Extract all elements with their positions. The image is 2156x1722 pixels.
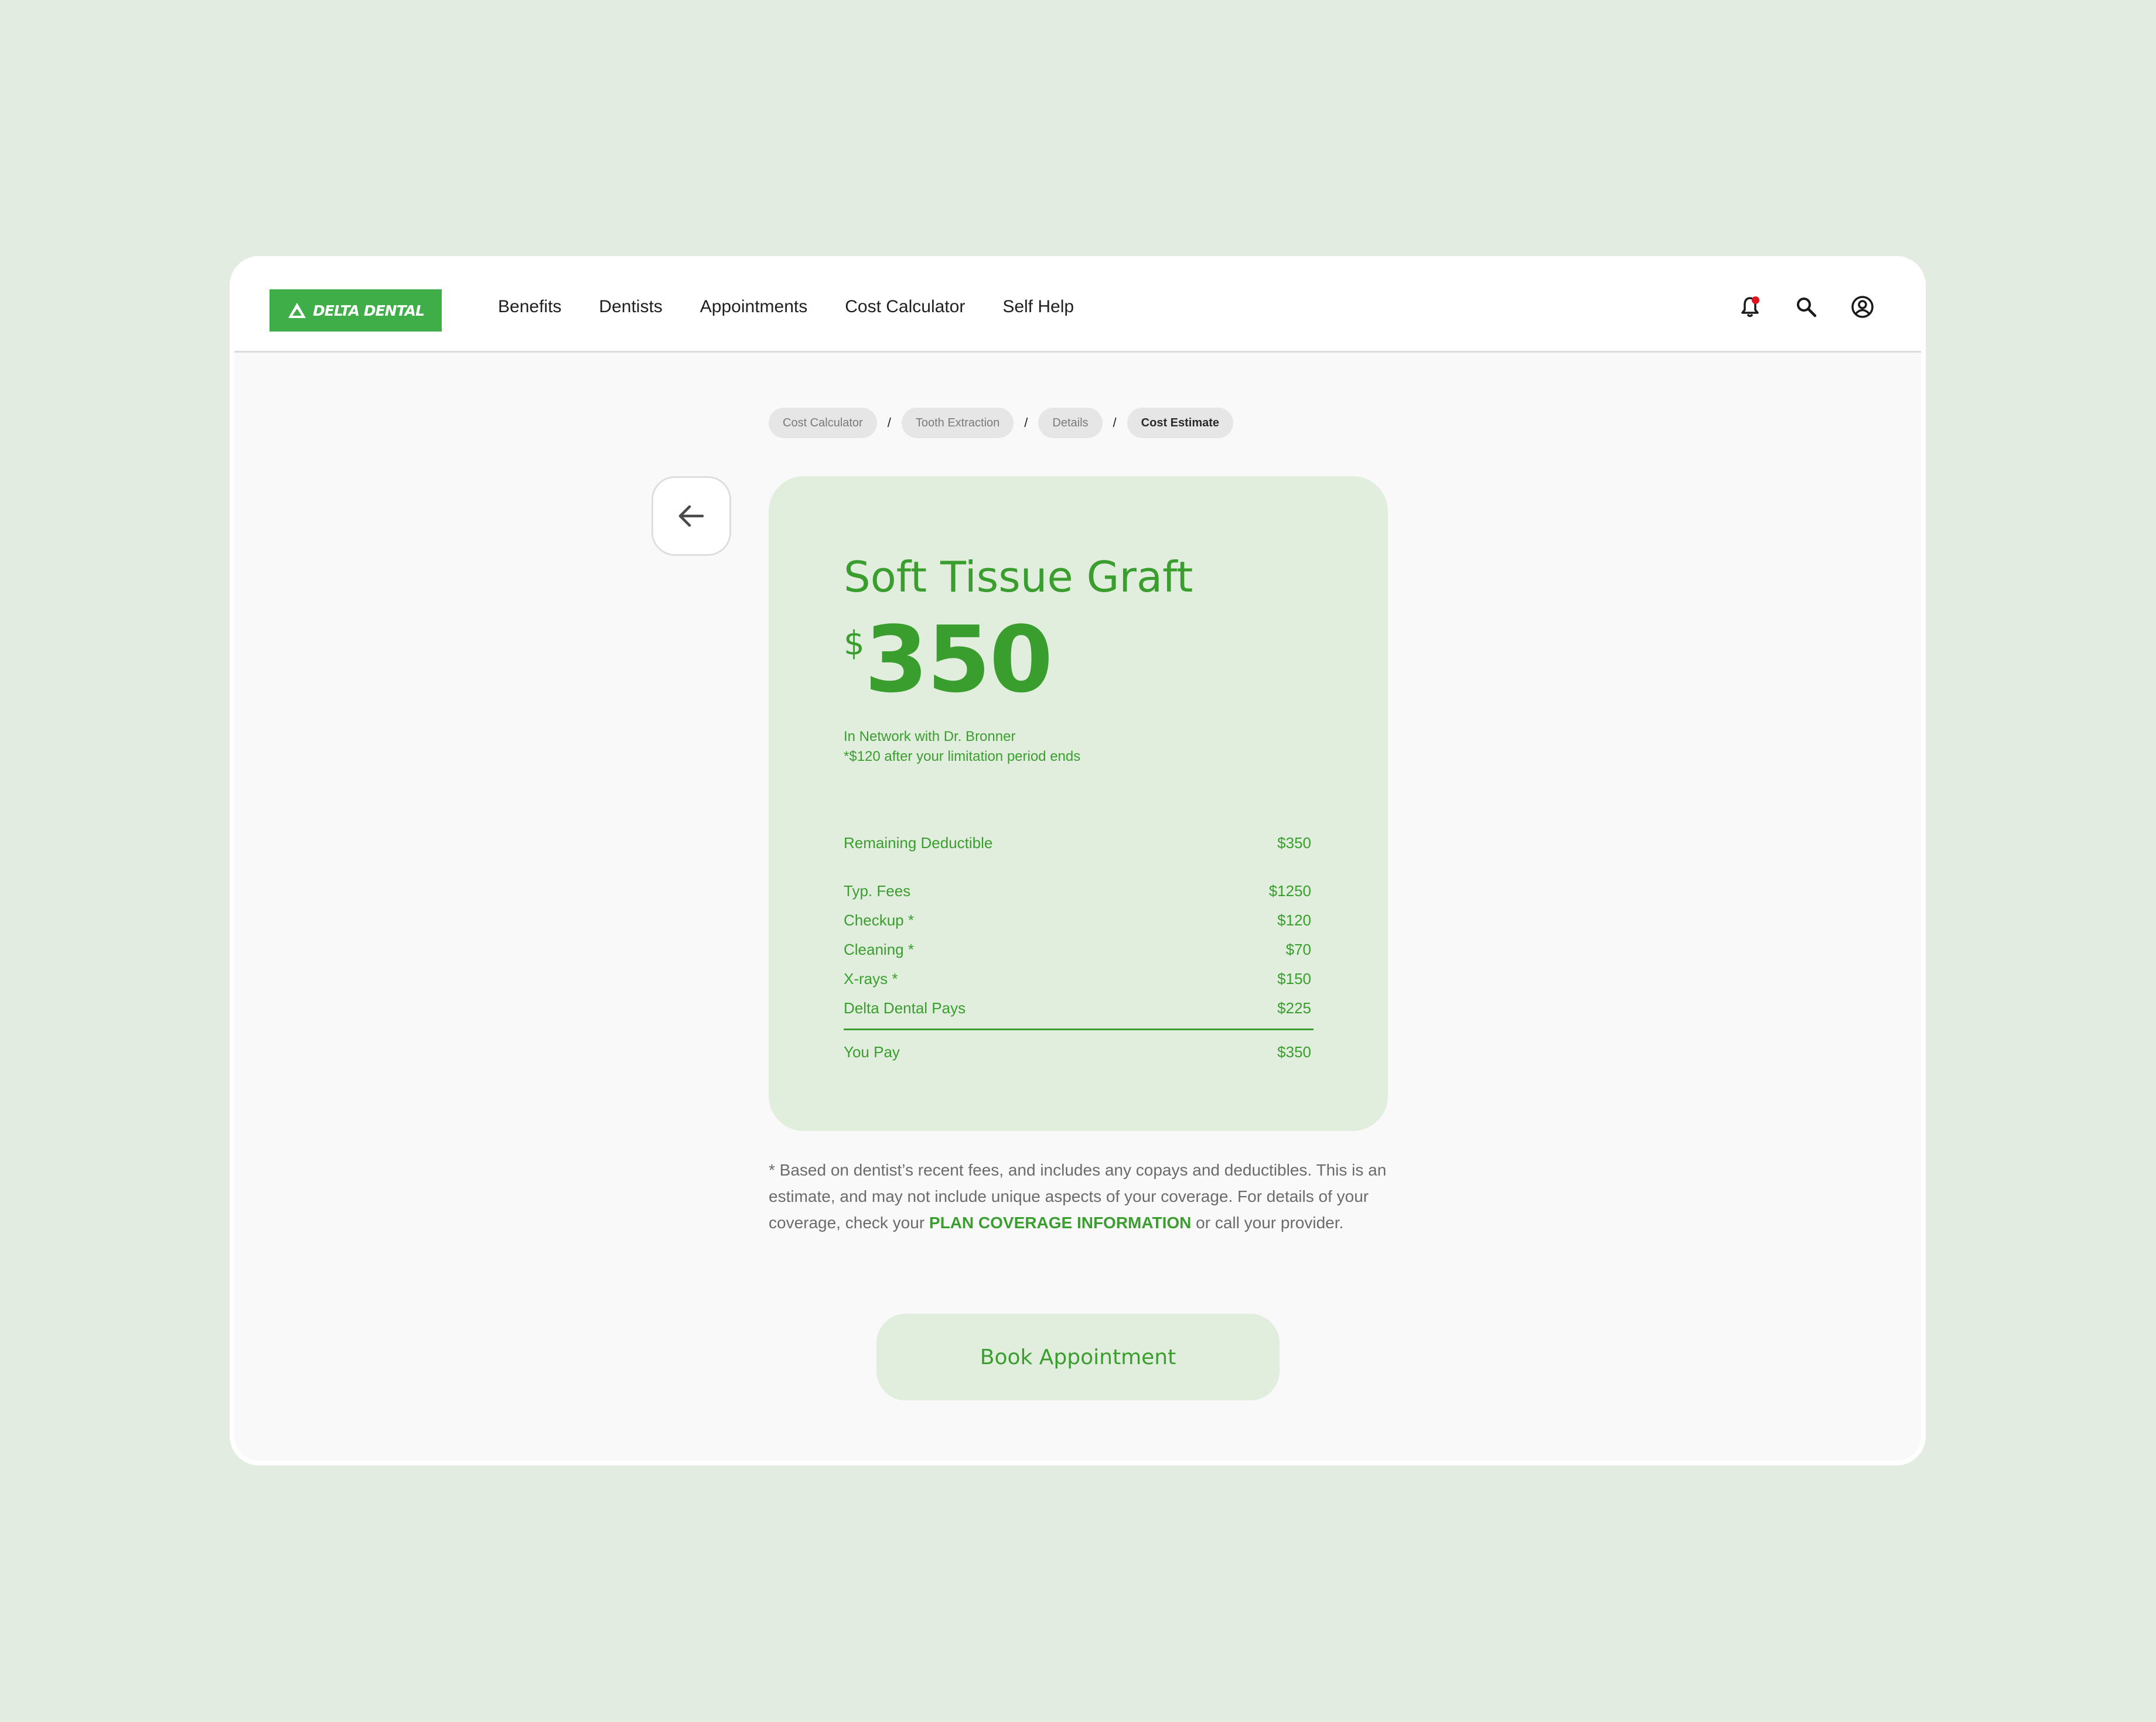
row-value: $350: [1277, 833, 1311, 852]
network-note: In Network with Dr. Bronner *$120 after …: [844, 727, 1080, 767]
row-label: Cleaning *: [844, 940, 914, 958]
row-label: Typ. Fees: [844, 882, 911, 900]
total-row: You Pay $350: [844, 1037, 1314, 1067]
cost-breakdown: Remaining Deductible $350 Typ. Fees $125…: [844, 828, 1314, 1067]
plan-coverage-link[interactable]: PLAN COVERAGE INFORMATION: [929, 1214, 1191, 1232]
delta-logo-icon: [287, 302, 307, 319]
breadcrumb-separator: /: [1113, 415, 1117, 430]
row-label: Delta Dental Pays: [844, 999, 966, 1017]
row-value: $70: [1285, 940, 1311, 958]
row-label: Checkup *: [844, 911, 914, 929]
row-value: $225: [1277, 999, 1311, 1017]
nav-self-help[interactable]: Self Help: [1002, 297, 1074, 317]
book-appointment-button[interactable]: Book Appointment: [876, 1314, 1280, 1400]
cost-row: X-rays * $150: [844, 964, 1314, 993]
total-divider: [844, 1029, 1314, 1030]
row-value: $150: [1277, 969, 1311, 988]
header-actions: [1738, 261, 1874, 353]
estimated-price: $350: [844, 614, 1053, 705]
cost-estimate-card: Soft Tissue Graft $350 In Network with D…: [769, 476, 1388, 1131]
logo-text: DELTA DENTAL: [313, 302, 425, 319]
row-label: You Pay: [844, 1043, 900, 1061]
app-window: DELTA DENTAL Benefits Dentists Appointme…: [230, 256, 1926, 1465]
nav-appointments[interactable]: Appointments: [700, 297, 807, 317]
cost-row: Cleaning * $70: [844, 935, 1314, 964]
price-currency: $: [844, 624, 865, 662]
search-icon[interactable]: [1795, 295, 1818, 319]
top-nav-bar: DELTA DENTAL Benefits Dentists Appointme…: [234, 261, 1921, 353]
nav-cost-calculator[interactable]: Cost Calculator: [845, 297, 965, 317]
nav-dentists[interactable]: Dentists: [599, 297, 662, 317]
delta-dental-logo[interactable]: DELTA DENTAL: [270, 289, 442, 332]
row-label: X-rays *: [844, 969, 898, 988]
breadcrumb-cost-estimate[interactable]: Cost Estimate: [1127, 408, 1234, 438]
main-nav: Benefits Dentists Appointments Cost Calc…: [498, 261, 1074, 353]
back-button[interactable]: [651, 476, 731, 556]
cost-row: Checkup * $120: [844, 906, 1314, 935]
row-label: Remaining Deductible: [844, 833, 993, 852]
breadcrumb: Cost Calculator / Tooth Extraction / Det…: [769, 408, 1234, 438]
breadcrumb-separator: /: [1024, 415, 1028, 430]
procedure-title: Soft Tissue Graft: [844, 552, 1193, 602]
row-value: $120: [1277, 911, 1311, 929]
notification-dot: [1752, 296, 1759, 304]
row-value: $350: [1277, 1043, 1311, 1061]
bell-icon[interactable]: [1738, 295, 1762, 319]
nav-benefits[interactable]: Benefits: [498, 297, 561, 317]
breadcrumb-separator: /: [887, 415, 891, 430]
row-value: $1250: [1268, 882, 1311, 900]
breadcrumb-details[interactable]: Details: [1038, 408, 1103, 438]
network-note-line: In Network with Dr. Bronner: [844, 729, 1016, 744]
limitation-note-line: *$120 after your limitation period ends: [844, 749, 1081, 764]
arrow-left-icon: [678, 505, 704, 527]
cost-row: Typ. Fees $1250: [844, 876, 1314, 906]
price-amount: 350: [864, 606, 1053, 713]
breadcrumb-tooth-extraction[interactable]: Tooth Extraction: [901, 408, 1014, 438]
deductible-row: Remaining Deductible $350: [844, 828, 1314, 857]
disclaimer-tail: or call your provider.: [1191, 1214, 1344, 1232]
user-account-icon[interactable]: [1851, 295, 1874, 319]
disclaimer-text: * Based on dentist’s recent fees, and in…: [769, 1157, 1390, 1236]
cost-row: Delta Dental Pays $225: [844, 993, 1314, 1023]
breadcrumb-cost-calculator[interactable]: Cost Calculator: [769, 408, 877, 438]
